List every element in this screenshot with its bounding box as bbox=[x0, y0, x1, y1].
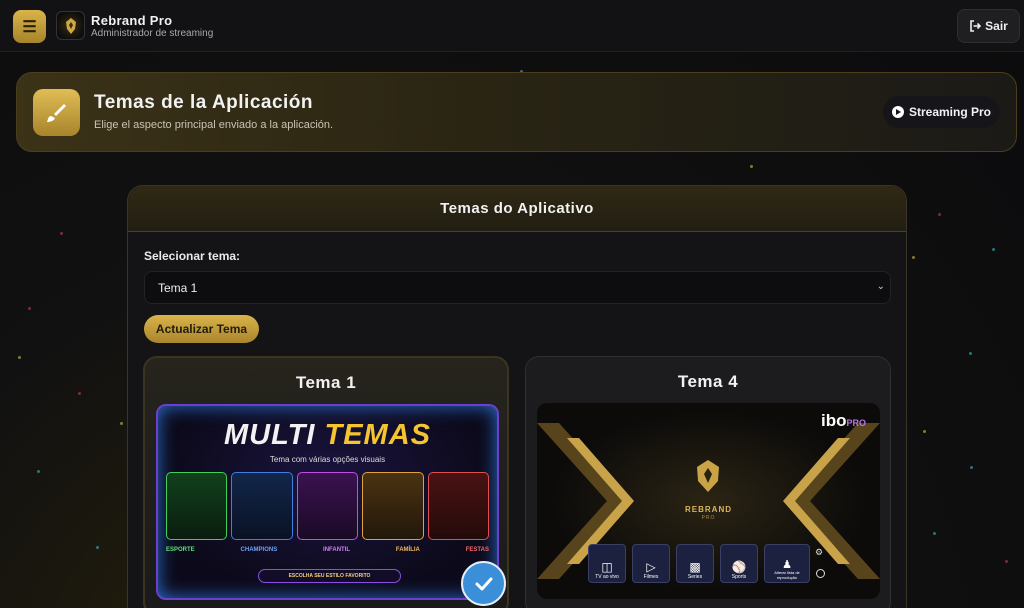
play-circle-icon: ▷ bbox=[646, 560, 656, 574]
preview-tile bbox=[296, 472, 359, 540]
preview-footer-bar: ESCOLHA SEU ESTILO FAVORITO bbox=[258, 569, 401, 583]
preview-tile bbox=[362, 472, 424, 540]
panel-title: Temas do Aplicativo bbox=[128, 186, 906, 232]
lion-logo-icon bbox=[65, 17, 76, 34]
ibo-logo-mark: ibo bbox=[821, 411, 847, 430]
update-theme-button[interactable]: Actualizar Tema bbox=[144, 315, 259, 343]
app-logo bbox=[56, 11, 85, 40]
page-subtitle: Elige el aspecto principal enviado a la … bbox=[94, 119, 334, 131]
selected-check-icon bbox=[461, 561, 506, 606]
theme-select[interactable]: Tema 1 ⌄ bbox=[144, 271, 891, 304]
menu-label-filmes: Filmes bbox=[643, 574, 659, 580]
preview-category-familia: FAMÍLIA bbox=[395, 547, 420, 553]
logout-label: Sair bbox=[985, 19, 1008, 33]
theme-card-title: Tema 1 bbox=[295, 373, 357, 392]
preview-tile bbox=[166, 472, 228, 540]
preview-menu-item: ▩ Series bbox=[676, 544, 714, 583]
theme-4-preview: iboPRO REBRAND PRO ◫ TV ao vivo ▷ Filmes bbox=[537, 403, 880, 599]
theme-select-value: Tema 1 bbox=[158, 280, 198, 295]
menu-label-series: Series bbox=[687, 574, 703, 580]
tv-icon: ◫ bbox=[601, 560, 613, 574]
clapper-icon: ▩ bbox=[689, 560, 701, 574]
preview-category-infantil: INFANTIL bbox=[323, 547, 351, 553]
preview-tagline: Tema com várias opções visuais bbox=[269, 455, 386, 464]
theme-card-1[interactable]: Tema 1 MULTI TEMAS Tema com várias opçõe… bbox=[143, 356, 509, 608]
streaming-pro-badge[interactable]: Streaming Pro bbox=[883, 96, 1000, 128]
menu-button[interactable]: ☰ bbox=[13, 10, 46, 43]
ibo-logo: iboPRO bbox=[821, 411, 866, 431]
preview-headline-b: TEMAS bbox=[324, 419, 431, 451]
preview-brand: REBRAND bbox=[685, 505, 732, 514]
preview-menu-item: ♟ Alterar lista de reprodução bbox=[764, 544, 810, 583]
preview-brand-sub: PRO bbox=[701, 515, 716, 521]
page-title: Temas de la Aplicación bbox=[94, 92, 314, 113]
preview-tile bbox=[427, 472, 490, 540]
hamburger-icon: ☰ bbox=[22, 18, 37, 36]
logout-button[interactable]: Sair bbox=[957, 9, 1020, 43]
theme-1-preview: MULTI TEMAS Tema com várias opções visua… bbox=[156, 404, 499, 600]
page-header: Temas de la Aplicación Elige el aspecto … bbox=[16, 72, 1017, 152]
preview-category-esporte: ESPORTE bbox=[166, 547, 195, 553]
theme-card-4[interactable]: Tema 4 iboPRO REBRAND PRO ◫ TV ao vivo ▷… bbox=[525, 356, 891, 608]
play-icon bbox=[891, 106, 904, 118]
chevron-down-icon: ⌄ bbox=[876, 281, 885, 292]
theme-card-title: Tema 4 bbox=[677, 372, 739, 391]
preview-menu-item: ◫ TV ao vivo bbox=[588, 544, 626, 583]
racket-icon: ⚾ bbox=[731, 560, 747, 574]
brush-icon-box bbox=[33, 89, 80, 136]
preview-menu: ◫ TV ao vivo ▷ Filmes ▩ Series ⚾ Sports … bbox=[588, 544, 810, 583]
streaming-pro-label: Streaming Pro bbox=[908, 105, 992, 119]
preview-footer-text: ESCOLHA SEU ESTILO FAVORITO bbox=[288, 573, 371, 579]
settings-icon: ⚙ bbox=[815, 547, 824, 557]
refresh-icon bbox=[816, 569, 825, 578]
preview-tiles bbox=[166, 472, 490, 540]
app-title: Rebrand Pro bbox=[91, 13, 173, 28]
preview-menu-item: ▷ Filmes bbox=[632, 544, 670, 583]
themes-panel: Temas do Aplicativo Selecionar tema: Tem… bbox=[127, 185, 907, 608]
top-bar: ☰ Rebrand Pro Administrador de streaming… bbox=[0, 0, 1024, 52]
menu-label-playlist: Alterar lista de reprodução bbox=[774, 570, 800, 580]
preview-category-row: ESPORTE CHAMPIONS INFANTIL FAMÍLIA FESTA… bbox=[166, 547, 489, 553]
ibo-logo-sub: PRO bbox=[846, 418, 867, 428]
menu-label-tv: TV ao vivo bbox=[595, 574, 619, 580]
app-subtitle: Administrador de streaming bbox=[91, 28, 214, 39]
lion-emblem-icon bbox=[697, 460, 719, 492]
menu-label-sports: Sports bbox=[731, 574, 747, 580]
preview-category-champions: CHAMPIONS bbox=[240, 547, 278, 553]
logout-icon bbox=[970, 20, 982, 32]
preview-category-festas: FESTAS bbox=[465, 547, 489, 553]
preview-menu-item: ⚾ Sports bbox=[720, 544, 758, 583]
paintbrush-icon bbox=[46, 103, 66, 122]
preview-tile bbox=[231, 472, 293, 540]
preview-headline-a: MULTI bbox=[224, 419, 316, 451]
select-theme-label: Selecionar tema: bbox=[144, 249, 241, 263]
